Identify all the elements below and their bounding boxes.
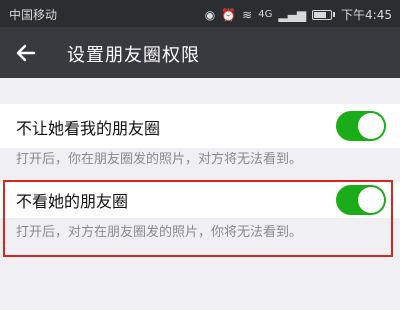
carrier-name: 中国移动: [9, 8, 58, 22]
clock: 下午4:45: [341, 8, 392, 22]
setting-hint: 打开后，你在朋友圈发的照片，对方将无法看到。: [0, 148, 400, 180]
highlight-box: [3, 180, 393, 257]
eye-icon: ◉: [204, 7, 216, 22]
status-icons: ◉ ⏰ ≋ 4G ▂▄▆ 下午4:45: [205, 6, 392, 23]
arrow-left-icon[interactable]: [12, 39, 40, 67]
battery-icon: [312, 9, 333, 20]
battery-tip: [333, 12, 336, 17]
status-bar: 中国移动 ◉ ⏰ ≋ 4G ▂▄▆ 下午4:45: [0, 0, 400, 27]
toggle-switch[interactable]: [336, 111, 386, 141]
alarm-icon: ⏰: [221, 7, 237, 22]
app-bar: 设置朋友圈权限: [0, 27, 400, 78]
wifi-icon: ≋: [242, 7, 253, 22]
signal-label: 4G: [258, 9, 273, 20]
signal-icon: ▂▄▆: [278, 7, 307, 22]
empty-area: [0, 258, 400, 310]
setting-label: 不让她看我的朋友圈: [16, 119, 161, 138]
section-gap: [0, 78, 400, 104]
page-title: 设置朋友圈权限: [67, 45, 200, 66]
setting-row-hide-my-moments[interactable]: 不让她看我的朋友圈: [0, 104, 400, 148]
